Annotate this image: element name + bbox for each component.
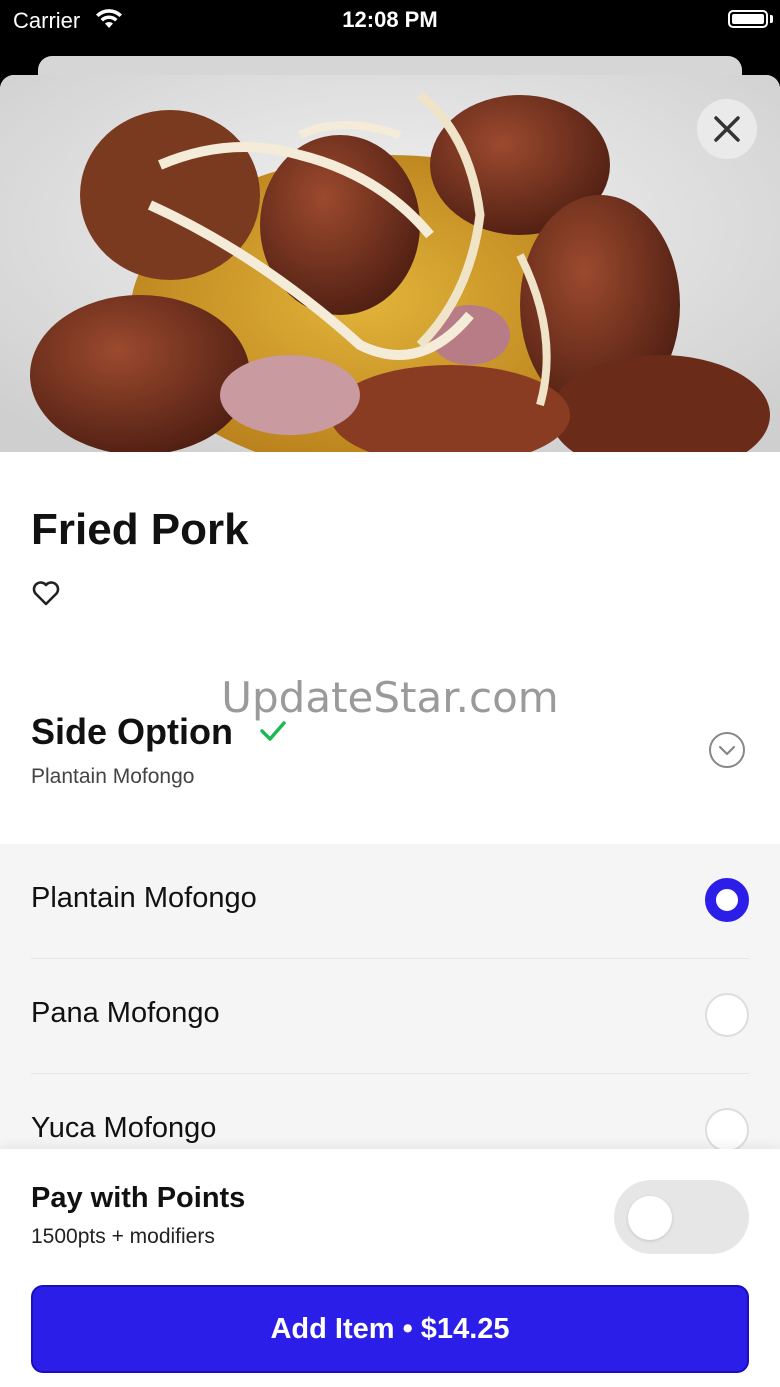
close-icon: [714, 116, 740, 142]
chevron-down-icon[interactable]: [708, 731, 746, 769]
add-item-button[interactable]: Add Item • $14.25: [31, 1285, 749, 1373]
clock: 12:08 PM: [342, 7, 438, 32]
favorite-heart-icon[interactable]: [31, 579, 61, 607]
radio-button[interactable]: [705, 993, 749, 1037]
side-option-list: Plantain Mofongo Pana Mofongo Yuca Mofon…: [0, 844, 780, 1164]
pay-with-points-title: Pay with Points: [31, 1182, 246, 1214]
battery-nub: [770, 15, 773, 23]
option-pana-mofongo[interactable]: Pana Mofongo: [31, 959, 749, 1074]
toggle-knob: [628, 1196, 672, 1240]
status-bar: Carrier 12:08 PM: [0, 0, 780, 56]
option-label: Yuca Mofongo: [31, 1112, 217, 1144]
checkout-footer: Pay with Points 1500pts + modifiers Add …: [0, 1149, 780, 1387]
pay-with-points-subtitle: 1500pts + modifiers: [31, 1225, 215, 1248]
battery-icon: [728, 10, 768, 28]
pay-with-points-toggle[interactable]: [614, 1180, 749, 1254]
radio-button-selected[interactable]: [705, 878, 749, 922]
food-photo: [0, 75, 780, 452]
option-label: Pana Mofongo: [31, 997, 220, 1029]
radio-button[interactable]: [705, 1108, 749, 1152]
close-button[interactable]: [697, 99, 757, 159]
item-title: Fried Pork: [31, 505, 249, 554]
side-option-selected: Plantain Mofongo: [31, 765, 195, 788]
option-plantain-mofongo[interactable]: Plantain Mofongo: [31, 844, 749, 959]
side-option-title[interactable]: Side Option: [31, 711, 233, 753]
checkmark-icon: [260, 721, 286, 741]
item-image: [0, 75, 780, 452]
option-label: Plantain Mofongo: [31, 882, 257, 914]
item-sheet: Fried Pork UpdateStar.com Side Option Pl…: [0, 75, 780, 1387]
